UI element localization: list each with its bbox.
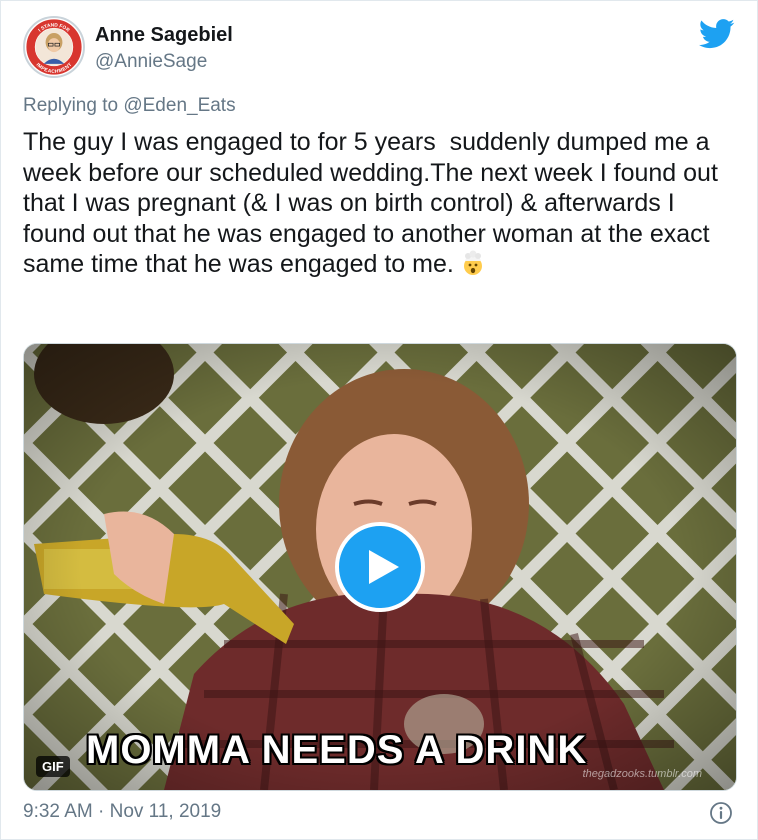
tweet-card: I STAND FOR IMPEACHMENT Anne Sagebiel @A… bbox=[0, 0, 758, 840]
tweet-text: The guy I was engaged to for 5 years sud… bbox=[23, 128, 725, 278]
timestamp[interactable]: 9:32 AM · Nov 11, 2019 bbox=[23, 801, 221, 823]
author-handle[interactable]: @AnnieSage bbox=[95, 51, 207, 73]
replying-prefix: Replying to bbox=[23, 95, 119, 116]
author-name[interactable]: Anne Sagebiel bbox=[95, 24, 233, 47]
gif-caption: MOMMA NEEDS A DRINK bbox=[86, 728, 588, 772]
replying-to: Replying to @Eden_Eats bbox=[23, 95, 236, 117]
info-icon[interactable] bbox=[709, 801, 733, 825]
avatar[interactable]: I STAND FOR IMPEACHMENT bbox=[23, 16, 85, 78]
gif-media[interactable]: MOMMA NEEDS A DRINK GIF thegadzooks.tumb… bbox=[23, 343, 737, 791]
twitter-bird-icon[interactable] bbox=[699, 19, 735, 49]
exploding-head-emoji bbox=[463, 250, 482, 275]
replying-to-link[interactable]: @Eden_Eats bbox=[123, 95, 235, 116]
play-icon bbox=[369, 550, 399, 584]
gif-watermark: thegadzooks.tumblr.com bbox=[582, 768, 702, 780]
tweet-text-block: The guy I was engaged to for 5 years sud… bbox=[23, 127, 738, 280]
play-button[interactable] bbox=[335, 522, 425, 612]
gif-badge: GIF bbox=[36, 756, 70, 777]
